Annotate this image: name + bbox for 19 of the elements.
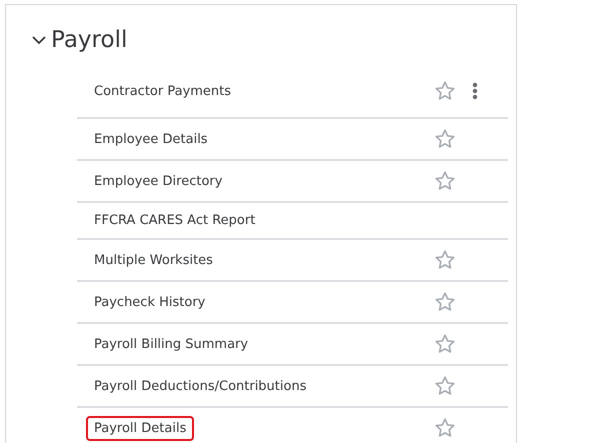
report-link[interactable]: Employee Directory [86,168,230,194]
star-icon[interactable] [434,249,456,271]
star-icon[interactable] [434,333,456,355]
star-icon[interactable] [434,80,456,102]
report-link[interactable]: Payroll Deductions/Contributions [86,374,314,398]
report-link[interactable]: Multiple Worksites [86,248,221,272]
more-options-icon[interactable] [472,82,478,100]
section-heading[interactable]: Payroll [31,27,128,53]
report-link[interactable]: Contractor Payments [86,78,240,104]
report-link[interactable]: Paycheck History [86,290,214,314]
star-icon[interactable] [434,417,456,439]
report-link[interactable]: Payroll Details [86,416,194,440]
report-link[interactable]: Employee Details [86,126,216,152]
report-link[interactable]: FFCRA CARES Act Report [86,208,264,233]
star-icon[interactable] [434,128,456,150]
report-link[interactable]: Payroll Billing Summary [86,332,256,356]
star-icon[interactable] [434,291,456,313]
star-icon[interactable] [434,375,456,397]
star-icon[interactable] [434,170,456,192]
